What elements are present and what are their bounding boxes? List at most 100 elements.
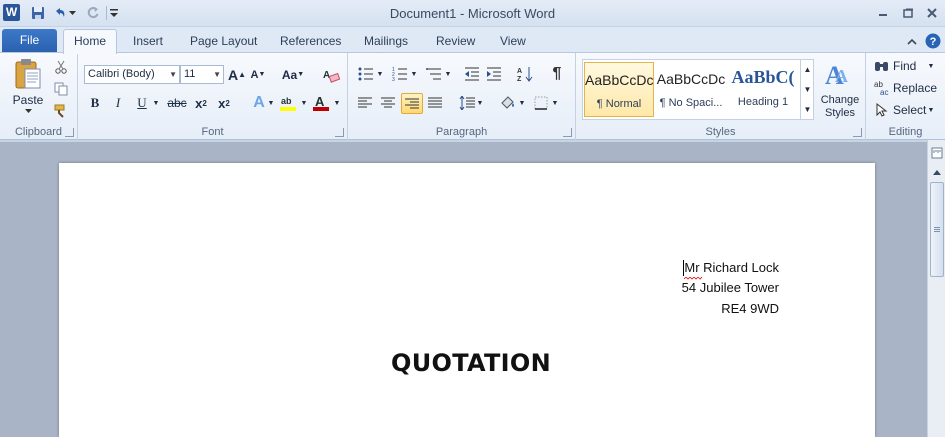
replace-icon[interactable]: ab ac [874, 79, 890, 97]
style-normal-preview: AaBbCcDc [585, 72, 653, 88]
paragraph-group-label: Paragraph [435, 126, 488, 138]
tab-page-layout[interactable]: Page Layout [190, 32, 257, 53]
document-heading[interactable]: QUOTATION [391, 349, 551, 377]
strikethrough-icon[interactable]: abc [166, 93, 188, 113]
tab-insert[interactable]: Insert [133, 32, 163, 53]
font-launcher-icon[interactable] [335, 128, 344, 137]
editing-group: Find ▼ ab ac Replace Select ▼ Editing [866, 53, 945, 140]
grow-font-icon[interactable]: A ▲ [228, 65, 246, 84]
line-spacing-dropdown-icon[interactable]: ▼ [476, 94, 484, 112]
svg-text:3: 3 [392, 77, 395, 81]
styles-group: AaBbCcDc ¶ Normal AaBbCcDc ¶ No Spaci...… [576, 53, 866, 140]
select-cursor-icon[interactable] [874, 101, 890, 119]
copy-icon[interactable] [52, 80, 70, 98]
scroll-up-icon[interactable] [929, 164, 945, 180]
paragraph-group: ▼ 123 ▼ ▼ AZ ¶ ▼ ▼ ▼ Paragraph [348, 53, 576, 140]
ribbon-tab-row: File Home Insert Page Layout References … [0, 27, 945, 54]
multilevel-dropdown-icon[interactable]: ▼ [444, 65, 452, 83]
font-color-dropdown-icon[interactable]: ▼ [332, 93, 342, 113]
font-family-select[interactable]: Calibri (Body) ▼ [84, 65, 180, 84]
help-icon[interactable]: ? [925, 33, 941, 49]
find-dropdown-icon[interactable]: ▼ [926, 57, 936, 75]
styles-scroll-up-icon[interactable]: ▲ [800, 59, 814, 79]
scrollbar-grip [934, 227, 940, 228]
style-normal-name: ¶ Normal [596, 98, 642, 110]
font-family-value: Calibri (Body) [88, 68, 155, 80]
tab-review[interactable]: Review [436, 32, 475, 53]
show-formatting-icon[interactable]: ¶ [548, 65, 566, 83]
change-styles-button[interactable]: Change Styles [816, 93, 864, 121]
superscript-icon[interactable]: x2 [215, 93, 233, 113]
borders-dropdown-icon[interactable]: ▼ [551, 94, 559, 112]
highlight-dropdown-icon[interactable]: ▼ [299, 93, 309, 113]
svg-text:ac: ac [880, 88, 888, 96]
scrollbar-thumb[interactable] [930, 182, 944, 277]
decrease-indent-icon[interactable] [463, 65, 481, 83]
minimize-ribbon-icon[interactable] [904, 33, 920, 49]
highlight-icon[interactable]: ab [278, 93, 298, 113]
paste-button[interactable]: Paste [10, 93, 46, 107]
address-line-street[interactable]: 54 Jubilee Tower [682, 280, 779, 295]
sort-icon[interactable]: AZ [516, 65, 534, 83]
numbering-dropdown-icon[interactable]: ▼ [410, 65, 418, 83]
cut-icon[interactable] [52, 58, 70, 76]
styles-more-icon[interactable]: ▼ [800, 99, 814, 119]
line-spacing-icon[interactable] [457, 94, 477, 112]
align-left-icon[interactable] [356, 94, 374, 112]
font-color-icon[interactable]: A [311, 93, 331, 113]
close-icon[interactable] [924, 6, 940, 20]
shading-icon[interactable] [498, 94, 518, 112]
styles-scroll-down-icon[interactable]: ▼ [800, 79, 814, 99]
address-line-postcode[interactable]: RE4 9WD [721, 301, 779, 316]
tab-home[interactable]: Home [63, 29, 118, 54]
text-effects-dropdown-icon[interactable]: ▼ [266, 93, 276, 113]
svg-text:?: ? [930, 36, 937, 48]
subscript-icon[interactable]: x2 [192, 93, 210, 113]
bold-icon[interactable]: B [86, 93, 104, 113]
paragraph-launcher-icon[interactable] [563, 128, 572, 137]
tab-mailings[interactable]: Mailings [364, 32, 408, 53]
select-dropdown-icon[interactable]: ▼ [926, 101, 936, 119]
align-right-icon[interactable] [401, 93, 423, 114]
font-size-select[interactable]: 11 ▼ [180, 65, 224, 84]
format-painter-icon[interactable] [52, 102, 70, 120]
paste-icon[interactable] [10, 57, 46, 91]
style-heading-1[interactable]: AaBbC( Heading 1 [728, 62, 798, 117]
underline-icon[interactable]: U [133, 93, 151, 113]
borders-icon[interactable] [532, 94, 550, 112]
restore-icon[interactable] [900, 6, 916, 20]
shading-dropdown-icon[interactable]: ▼ [518, 94, 526, 112]
find-button[interactable]: Find [893, 57, 927, 75]
bullets-icon[interactable] [356, 65, 376, 83]
multilevel-list-icon[interactable] [424, 65, 444, 83]
find-icon[interactable] [874, 57, 890, 75]
style-no-spacing[interactable]: AaBbCcDc ¶ No Spaci... [656, 62, 726, 117]
increase-indent-icon[interactable] [485, 65, 503, 83]
shrink-font-icon[interactable]: A ▼ [249, 65, 267, 84]
select-button[interactable]: Select [893, 101, 927, 119]
minimize-icon[interactable] [875, 6, 891, 20]
italic-icon[interactable]: I [109, 93, 127, 113]
clear-formatting-icon[interactable]: A [321, 65, 341, 84]
replace-button[interactable]: Replace [893, 79, 939, 97]
address-line-name[interactable]: Mr Richard Lock [684, 260, 779, 275]
view-ruler-icon[interactable] [930, 146, 944, 160]
vertical-scrollbar[interactable] [927, 140, 945, 437]
style-normal[interactable]: AaBbCcDc ¶ Normal [584, 62, 654, 117]
clipboard-group: Paste Clipboard [0, 53, 78, 140]
tab-view[interactable]: View [500, 32, 526, 53]
document-page[interactable]: Mr Richard Lock 54 Jubilee Tower RE4 9WD… [59, 163, 875, 437]
svg-text:ab: ab [281, 96, 292, 106]
numbering-icon[interactable]: 123 [390, 65, 410, 83]
bullets-dropdown-icon[interactable]: ▼ [376, 65, 384, 83]
justify-icon[interactable] [426, 94, 444, 112]
align-center-icon[interactable] [379, 94, 397, 112]
tab-references[interactable]: References [280, 32, 341, 53]
underline-dropdown-icon[interactable]: ▼ [151, 93, 161, 113]
paste-dropdown-icon[interactable] [22, 107, 34, 115]
change-case-icon[interactable]: Aa ▼ [278, 65, 308, 84]
styles-launcher-icon[interactable] [853, 128, 862, 137]
clipboard-launcher-icon[interactable] [65, 128, 74, 137]
tab-file[interactable]: File [2, 29, 57, 52]
change-styles-icon[interactable]: AA [822, 59, 858, 89]
